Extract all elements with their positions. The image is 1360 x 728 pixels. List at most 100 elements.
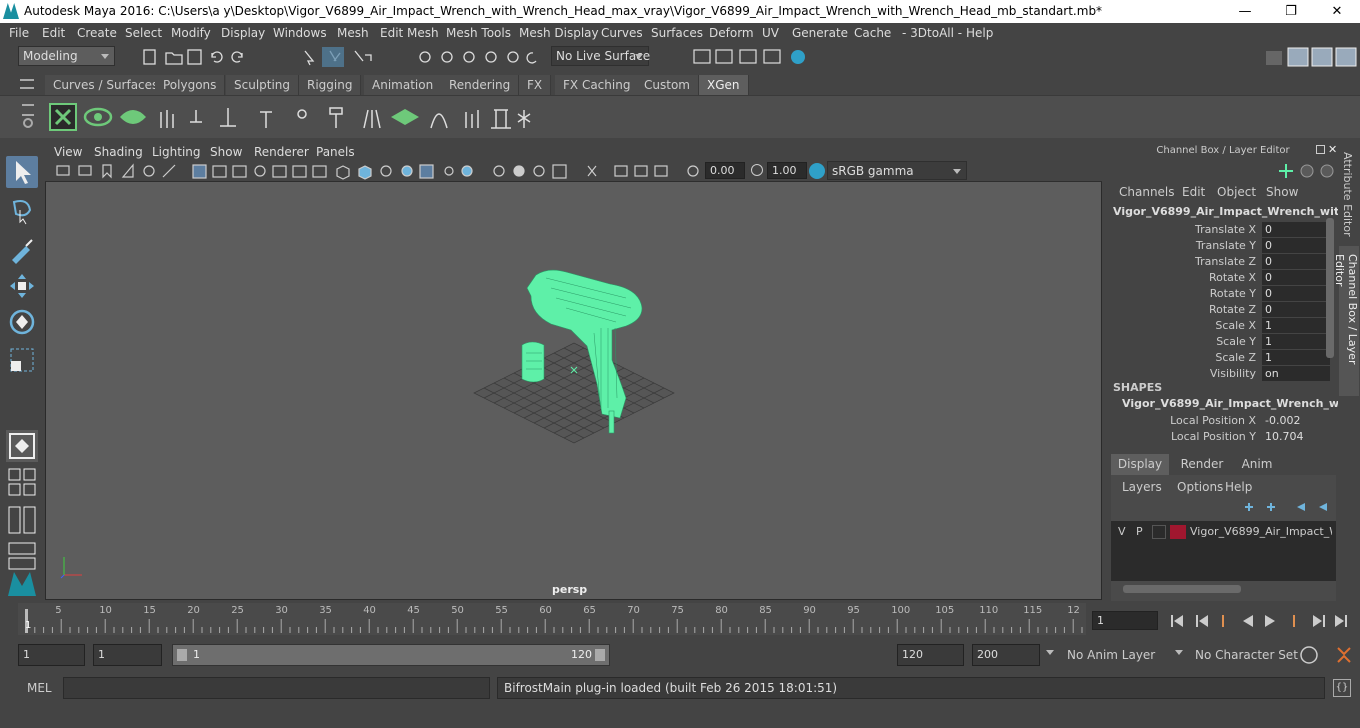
close-panel-icon[interactable]: ✕ xyxy=(1328,143,1337,156)
gamma-icon[interactable] xyxy=(751,164,763,176)
menu-display[interactable]: Display xyxy=(221,26,265,40)
minimize-button[interactable]: — xyxy=(1222,1,1268,22)
script-language-toggle[interactable]: MEL xyxy=(18,678,58,698)
tab-rigging[interactable]: Rigging xyxy=(299,75,362,95)
menu-create[interactable]: Create xyxy=(77,26,117,40)
vp-menu-lighting[interactable]: Lighting xyxy=(152,145,201,159)
layer-playback-toggle[interactable]: P xyxy=(1136,525,1143,538)
layer-type-toggle[interactable] xyxy=(1152,525,1166,539)
attribute-editor-tab[interactable]: Attribute Editor xyxy=(1341,152,1354,237)
menu-select[interactable]: Select xyxy=(125,26,162,40)
channel-row[interactable]: Rotate Z0 xyxy=(1108,302,1330,318)
character-set-arrow-icon[interactable] xyxy=(1175,650,1183,659)
cb-menu-channels[interactable]: Channels xyxy=(1119,185,1175,199)
menu-curves[interactable]: Curves xyxy=(601,26,643,40)
outliner-layout[interactable] xyxy=(6,504,38,536)
layer-row[interactable]: V P Vigor_V6899_Air_Impact_Wr xyxy=(1115,523,1332,541)
single-pane-layout[interactable] xyxy=(6,430,38,462)
channel-row[interactable]: Scale Z1 xyxy=(1108,350,1330,366)
vp-menu-shading[interactable]: Shading xyxy=(94,145,143,159)
vp-menu-view[interactable]: View xyxy=(54,145,82,159)
gamma-field[interactable]: 1.00 xyxy=(767,162,807,179)
start-time-field[interactable]: 1 xyxy=(18,644,85,666)
script-editor-icon[interactable]: {} xyxy=(1333,679,1351,697)
layer-scrollbar[interactable] xyxy=(1123,585,1241,593)
anim-layer-arrow-icon[interactable] xyxy=(1046,650,1054,659)
tab-display[interactable]: Display xyxy=(1111,454,1169,475)
menu-generate[interactable]: Generate xyxy=(792,26,848,40)
object-name[interactable]: Vigor_V6899_Air_Impact_Wrench_with... xyxy=(1113,205,1359,218)
layer-menu-layers[interactable]: Layers xyxy=(1122,480,1162,494)
menu-cache[interactable]: Cache xyxy=(854,26,891,40)
layer-visibility-toggle[interactable]: V xyxy=(1118,525,1126,538)
menu-modify[interactable]: Modify xyxy=(171,26,211,40)
tab-polygons[interactable]: Polygons xyxy=(155,75,226,95)
time-slider[interactable]: 5 10 15 20 25 30 35 40 45 50 55 60 65 70 75 80 85 90 95 100… xyxy=(0,603,1360,637)
menu-mesh[interactable]: Mesh xyxy=(337,26,369,40)
viewport-persp[interactable]: persp xyxy=(45,142,1102,600)
maximize-button[interactable]: ❐ xyxy=(1268,1,1314,22)
channel-scrollbar[interactable] xyxy=(1326,218,1334,358)
shelf-collapse-icon[interactable] xyxy=(22,104,34,116)
tab-sculpting[interactable]: Sculpting xyxy=(226,75,300,95)
channel-row[interactable]: Scale Y1 xyxy=(1108,334,1330,350)
command-input[interactable] xyxy=(63,677,490,699)
channel-row[interactable]: Translate X0 xyxy=(1108,222,1330,238)
menu-deform[interactable]: Deform xyxy=(709,26,754,40)
channel-row[interactable]: Visibility on xyxy=(1108,366,1330,382)
mode-dropdown[interactable]: Modeling xyxy=(18,46,115,66)
channel-row[interactable]: Rotate Y0 xyxy=(1108,286,1330,302)
shape-channel-row[interactable]: Local Position Y 10.704 xyxy=(1108,429,1328,445)
four-pane-layout[interactable] xyxy=(6,466,38,498)
vp-menu-panels[interactable]: Panels xyxy=(316,145,355,159)
shape-channel-row[interactable]: Local Position X -0.002 xyxy=(1108,413,1328,429)
layer-color-swatch[interactable] xyxy=(1170,525,1186,539)
tab-custom[interactable]: Custom xyxy=(636,75,699,95)
close-button[interactable]: ✕ xyxy=(1314,1,1360,22)
end-time-field[interactable]: 200 xyxy=(972,644,1040,666)
range-start-handle[interactable] xyxy=(177,649,187,661)
menu-file[interactable]: File xyxy=(9,26,29,40)
channel-row[interactable]: Translate Z0 xyxy=(1108,254,1330,270)
rotate-tool[interactable] xyxy=(6,306,38,338)
tab-curves-surfaces[interactable]: Curves / Surfaces xyxy=(45,75,168,95)
scene-view[interactable] xyxy=(46,183,1103,601)
menu-help[interactable]: Help xyxy=(966,26,993,40)
paint-tool[interactable] xyxy=(6,234,38,266)
menu-edit-mesh[interactable]: Edit Mesh xyxy=(380,26,439,40)
cb-menu-edit[interactable]: Edit xyxy=(1182,185,1205,199)
channel-row[interactable]: Translate Y0 xyxy=(1108,238,1330,254)
menu-uv[interactable]: UV xyxy=(762,26,779,40)
cb-menu-show[interactable]: Show xyxy=(1266,185,1298,199)
range-slider[interactable]: 1 120 xyxy=(172,644,610,666)
exposure-field[interactable]: 0.00 xyxy=(705,162,745,179)
cb-menu-object[interactable]: Object xyxy=(1217,185,1256,199)
channel-box-tab[interactable]: Channel Box / Layer Editor xyxy=(1333,246,1359,396)
playback-end-field[interactable]: 120 xyxy=(897,644,964,666)
layer-menu-help[interactable]: Help xyxy=(1225,480,1252,494)
lasso-tool[interactable] xyxy=(6,196,38,228)
vp-menu-renderer[interactable]: Renderer xyxy=(254,145,309,159)
shape-name[interactable]: Vigor_V6899_Air_Impact_Wrench_wi... xyxy=(1122,397,1355,410)
menu-edit[interactable]: Edit xyxy=(42,26,65,40)
menu-windows[interactable]: Windows xyxy=(273,26,327,40)
tab-xgen[interactable]: XGen xyxy=(699,75,749,95)
playback-start-field[interactable]: 1 xyxy=(93,644,162,666)
time-ruler[interactable]: 5 10 15 20 25 30 35 40 45 50 55 60 65 70 75 80 85 90 95 100… xyxy=(18,603,1086,635)
layer-menu-options[interactable]: Options xyxy=(1177,480,1223,494)
menu-surfaces[interactable]: Surfaces xyxy=(651,26,703,40)
shelf-menu-icon[interactable] xyxy=(20,79,34,89)
tab-render[interactable]: Render xyxy=(1172,454,1232,475)
color-management-icon[interactable] xyxy=(809,163,825,179)
live-surface-field[interactable]: No Live Surface xyxy=(551,46,650,66)
layer-name[interactable]: Vigor_V6899_Air_Impact_Wr xyxy=(1190,525,1332,538)
menu-mesh-tools[interactable]: Mesh Tools xyxy=(446,26,511,40)
float-panel-icon[interactable] xyxy=(1316,145,1325,154)
character-set-selector[interactable]: No Character Set xyxy=(1190,644,1298,666)
current-frame-field[interactable]: 1 xyxy=(1092,611,1158,630)
channel-row[interactable]: Scale X1 xyxy=(1108,318,1330,334)
tab-anim[interactable]: Anim xyxy=(1234,454,1280,475)
tab-fx-caching[interactable]: FX Caching xyxy=(555,75,640,95)
menu-mesh-display[interactable]: Mesh Display xyxy=(519,26,599,40)
tab-fx[interactable]: FX xyxy=(519,75,552,95)
